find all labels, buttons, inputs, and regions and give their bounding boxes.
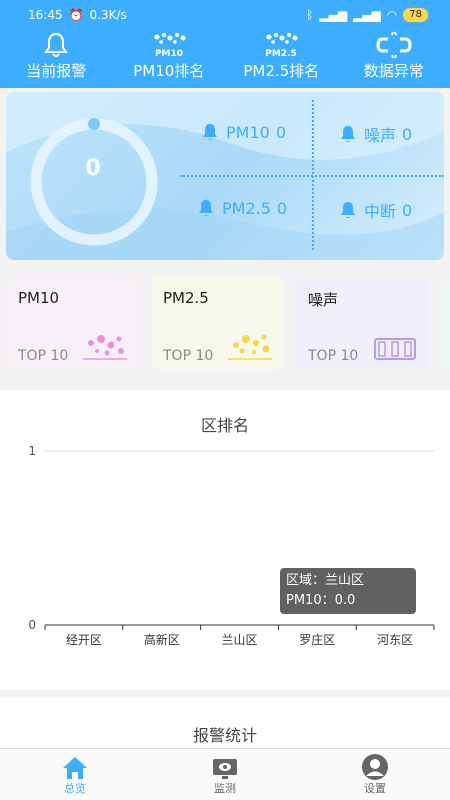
stat-label: 噪声 (364, 126, 397, 145)
nav-label: PM2.5排名 (243, 62, 320, 80)
user-icon (362, 754, 388, 780)
ranking-panel: 区排名 0 1 经开区 高新区 兰山区 罗庄区 河东区 区域：兰山区 PM10：0.0 (0, 390, 450, 690)
category-title: PM10 (18, 289, 60, 307)
category-card-pm25[interactable]: PM2.5 TOP 10 (151, 277, 284, 370)
total-ring (30, 118, 158, 246)
header: 16:45 ⏰ 0.3K/s ᛒ ▂▄▆ ▂▄▆ ◠ 78 当前报警 PM10 … (0, 0, 450, 88)
total-alarm-count: 0 (85, 156, 101, 181)
stat-noise[interactable]: 噪声 0 (338, 122, 412, 146)
chart-tooltip: 区域：兰山区 PM10：0.0 (280, 568, 416, 614)
top-nav: 当前报警 PM10 PM10排名 PM2.5 PM2.5排名 数据异常 (0, 30, 450, 88)
tab-label: 监测 (214, 782, 236, 795)
category-card-more[interactable] (441, 277, 450, 370)
home-icon (63, 757, 87, 779)
tooltip-region: 区域：兰山区 (286, 573, 365, 588)
bell-icon (203, 124, 217, 140)
bell-icon (44, 32, 69, 57)
category-sub: TOP 10 (18, 348, 69, 364)
x-tick-label: 罗庄区 (299, 632, 335, 647)
particles-icon (83, 335, 127, 360)
pm25-icon: PM2.5 (266, 33, 298, 59)
bluetooth-icon: ᛒ (306, 8, 314, 22)
stat-label: PM10 (226, 122, 270, 142)
bell-icon (199, 200, 213, 216)
pm10-icon-text: PM10 (155, 49, 183, 59)
stat-label: PM2.5 (222, 198, 271, 218)
stat-pm25[interactable]: PM2.5 0 (196, 198, 287, 218)
stat-value: 0 (402, 124, 413, 144)
category-title: PM2.5 (163, 289, 209, 307)
stat-interrupt[interactable]: 中断 0 (338, 198, 412, 222)
status-time: 16:45 (28, 8, 63, 22)
pm10-icon: PM10 (154, 33, 186, 59)
divider-horizontal (180, 175, 444, 177)
tab-label: 总览 (64, 782, 86, 795)
tab-overview[interactable]: 总览 (0, 749, 150, 800)
category-sub: TOP 10 (163, 348, 214, 364)
bell-icon (341, 202, 355, 218)
status-bar: 16:45 ⏰ 0.3K/s ᛒ ▂▄▆ ▂▄▆ ◠ 78 (0, 0, 450, 30)
broken-link-icon (376, 31, 412, 59)
battery-indicator: 78 (403, 8, 428, 22)
pm25-icon-text: PM2.5 (266, 49, 298, 59)
nav-pm25-rank[interactable]: PM2.5 PM2.5排名 (225, 30, 338, 88)
nav-current-alarm[interactable]: 当前报警 (0, 30, 113, 88)
tab-monitor[interactable]: 监测 (150, 749, 300, 800)
ranking-chart: 0 1 经开区 高新区 兰山区 罗庄区 河东区 (28, 444, 435, 647)
bottom-tab-bar: 总览 监测 设置 (0, 748, 450, 800)
x-tick-label: 河东区 (377, 633, 413, 647)
nav-pm10-rank[interactable]: PM10 PM10排名 (113, 30, 226, 88)
tab-settings[interactable]: 设置 (300, 749, 450, 800)
x-tick-label: 兰山区 (221, 633, 257, 647)
stat-value: 0 (275, 122, 286, 142)
y-tick-label: 0 (28, 618, 36, 632)
monitor-icon (213, 759, 237, 779)
tab-label: 设置 (364, 782, 386, 795)
alarm-stats-panel: 报警统计 (0, 698, 450, 748)
nav-data-anomaly[interactable]: 数据异常 (338, 30, 450, 88)
x-tick-label: 经开区 (66, 633, 102, 647)
page: 16:45 ⏰ 0.3K/s ᛒ ▂▄▆ ▂▄▆ ◠ 78 当前报警 PM10 … (0, 0, 450, 800)
category-card-noise[interactable]: 噪声 TOP 10 (296, 277, 429, 370)
x-tick-label: 高新区 (144, 632, 180, 647)
stat-label: 中断 (364, 202, 397, 221)
wifi-icon: ◠ (386, 8, 398, 22)
category-title: 噪声 (308, 291, 339, 309)
particles-icon (228, 334, 272, 360)
nav-label: PM10排名 (133, 62, 205, 80)
y-tick-label: 1 (28, 444, 36, 458)
bell-icon (341, 126, 355, 142)
alarm-clock-icon: ⏰ (68, 8, 84, 22)
signal-icon: ▂▄▆ (319, 8, 348, 22)
stat-pm10[interactable]: PM10 0 (200, 122, 286, 142)
tooltip-value: PM10：0.0 (286, 593, 356, 608)
stat-value: 0 (402, 200, 413, 220)
category-card-pm10[interactable]: PM10 TOP 10 (6, 277, 139, 370)
stat-value: 0 (276, 198, 288, 218)
nav-label: 数据异常 (363, 62, 424, 80)
alarm-stats-title: 报警统计 (192, 726, 257, 745)
nav-label: 当前报警 (26, 62, 87, 80)
net-speed: 0.3K/s (89, 8, 127, 22)
signal-icon-2: ▂▄▆ (353, 8, 381, 22)
speaker-panel-icon (374, 338, 416, 360)
category-sub: TOP 10 (308, 348, 359, 364)
